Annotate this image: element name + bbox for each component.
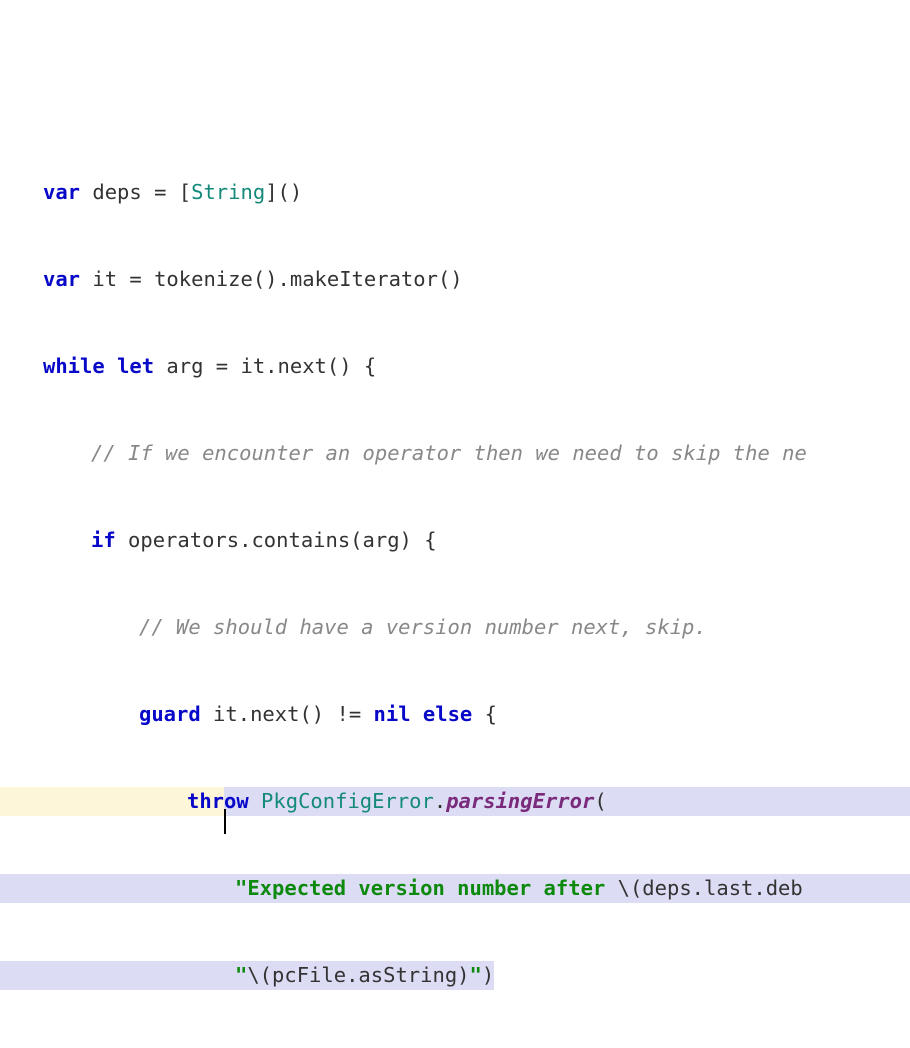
keyword-var: var: [43, 180, 80, 204]
code-text: operators.contains(arg) {: [116, 528, 437, 552]
code-text: deps.last.deb: [642, 876, 802, 900]
keyword-throw: thr: [187, 789, 224, 813]
code-text: arg = it.next() {: [154, 354, 376, 378]
code-text: ](): [265, 180, 302, 204]
type-name: String: [191, 180, 265, 204]
comment: // If we encounter an operator then we n…: [91, 441, 807, 465]
code-line[interactable]: // We should have a version number next,…: [0, 613, 910, 642]
code-line[interactable]: "Expected version number after \(deps.la…: [0, 874, 910, 903]
code-text: it = tokenize().makeIterator(): [80, 267, 463, 291]
code-text: pcFile.asString: [272, 963, 457, 987]
code-editor[interactable]: var deps = [String]() var it = tokenize(…: [0, 116, 910, 1048]
keyword-guard: guard: [139, 702, 201, 726]
enum-case: parsingError: [446, 789, 594, 813]
keyword-let: let: [117, 354, 154, 378]
keyword-var: var: [43, 267, 80, 291]
string-literal: ": [235, 963, 247, 987]
interp-open: \(: [618, 876, 643, 900]
code-text: it.next() !=: [201, 702, 374, 726]
brace: {: [472, 702, 497, 726]
paren: ): [482, 963, 494, 987]
keyword-while: while: [43, 354, 105, 378]
keyword-else: else: [423, 702, 472, 726]
string-literal: "Expected version number after: [235, 876, 618, 900]
code-line[interactable]: // If we encounter an operator then we n…: [0, 439, 910, 468]
code-line[interactable]: while let arg = it.next() {: [0, 352, 910, 381]
keyword-nil: nil: [374, 702, 411, 726]
code-line[interactable]: var it = tokenize().makeIterator(): [0, 265, 910, 294]
keyword-if: if: [91, 528, 116, 552]
interp-open: \(: [247, 963, 272, 987]
dot: .: [434, 789, 446, 813]
code-line[interactable]: throw PkgConfigError.parsingError(: [0, 787, 910, 816]
code-line[interactable]: guard it.next() != nil else {: [0, 700, 910, 729]
comment: // We should have a version number next,…: [139, 615, 707, 639]
code-text: deps = [: [80, 180, 191, 204]
paren: (: [594, 789, 606, 813]
code-line[interactable]: "\(pcFile.asString)"): [0, 961, 910, 990]
string-literal: ": [470, 963, 482, 987]
keyword-throw: ow: [224, 789, 249, 813]
code-line[interactable]: var deps = [String](): [0, 178, 910, 207]
interp-close: ): [457, 963, 469, 987]
code-line[interactable]: if operators.contains(arg) {: [0, 526, 910, 555]
type-name: PkgConfigError: [249, 789, 434, 813]
